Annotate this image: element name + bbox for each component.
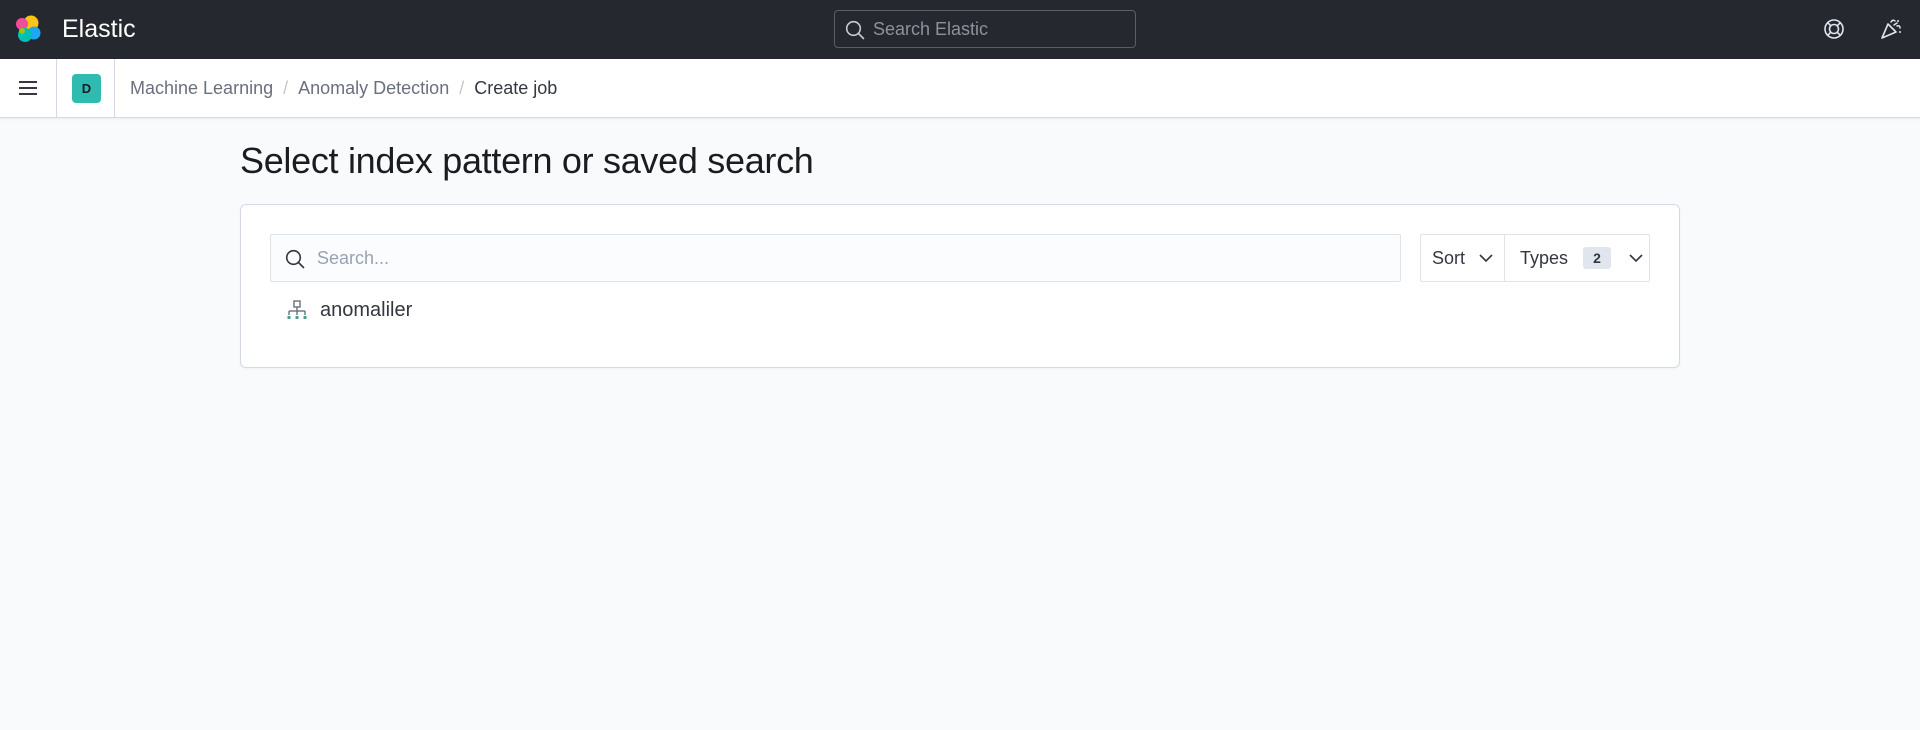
chevron-down-icon	[1629, 254, 1643, 263]
types-filter-button[interactable]: Types 2	[1505, 235, 1649, 281]
sort-button[interactable]: Sort	[1421, 235, 1505, 281]
breadcrumb-machine-learning[interactable]: Machine Learning	[130, 78, 273, 99]
types-label: Types	[1520, 247, 1569, 268]
chevron-down-icon	[1479, 254, 1493, 263]
nav-divider	[114, 59, 115, 117]
breadcrumb: Machine Learning / Anomaly Detection / C…	[130, 59, 557, 117]
breadcrumb-bar: D Machine Learning / Anomaly Detection /…	[0, 59, 1920, 118]
list-item-label: anomaliler	[320, 298, 413, 321]
sort-label: Sort	[1432, 247, 1466, 268]
filter-group: Sort Types 2	[1420, 234, 1650, 282]
types-count-badge: 2	[1583, 247, 1611, 269]
elastic-logo-icon[interactable]	[13, 14, 43, 44]
brand-title: Elastic	[62, 15, 136, 43]
index-pattern-icon	[287, 300, 307, 319]
search-icon	[285, 249, 305, 269]
breadcrumb-create-job: Create job	[474, 77, 558, 98]
page-title: Select index pattern or saved search	[240, 140, 814, 181]
newsfeed-icon[interactable]	[1878, 16, 1904, 42]
breadcrumb-anomaly-detection[interactable]: Anomaly Detection	[298, 78, 449, 99]
space-avatar[interactable]: D	[72, 74, 101, 103]
nav-divider	[56, 59, 57, 117]
source-selection-panel: Sort Types 2 anomaliler	[240, 204, 1680, 368]
hamburger-menu-icon[interactable]	[16, 76, 40, 100]
list-item[interactable]: anomaliler	[286, 295, 412, 325]
help-icon[interactable]	[1821, 16, 1847, 42]
global-search-box[interactable]	[834, 10, 1136, 48]
breadcrumb-separator: /	[283, 77, 289, 98]
list-search-input[interactable]	[317, 235, 1387, 281]
breadcrumb-separator: /	[459, 77, 465, 98]
search-icon	[845, 20, 865, 40]
global-search-input[interactable]	[873, 11, 1131, 47]
global-header: Elastic	[0, 0, 1920, 59]
list-search-box[interactable]	[270, 234, 1401, 282]
